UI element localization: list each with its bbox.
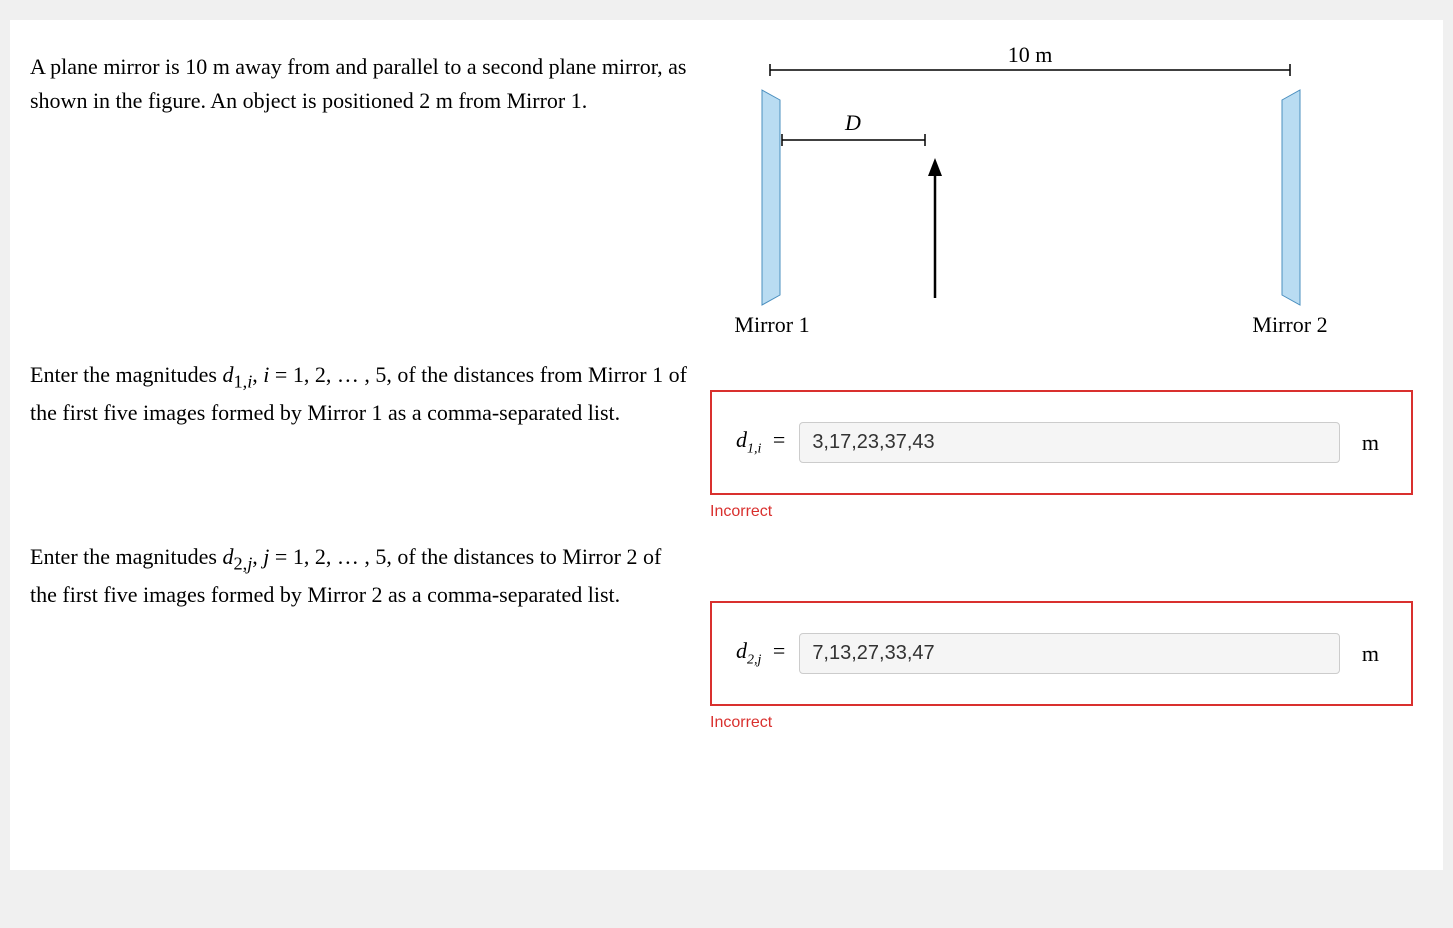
mirror-2-shape [1282,90,1300,305]
figure-svg: 10 m Mirror 1 Mirror 2 D [710,40,1330,360]
answer-2-unit: m [1354,641,1387,667]
text-column: A plane mirror is 10 m away from and par… [10,50,710,762]
question-page: A plane mirror is 10 m away from and par… [10,20,1443,870]
q2-prompt-pre: Enter the magnitudes [30,544,222,569]
answer-2-feedback: Incorrect [710,714,1413,732]
answer-2-variable: d2,j = [736,638,785,668]
question-1-prompt: Enter the magnitudes d1,i, i = 1, 2, … ,… [30,358,690,430]
answer-1-unit: m [1354,430,1387,456]
distance-10m-label: 10 m [1008,42,1053,67]
object-distance-label: D [844,110,861,135]
q1-prompt-pre: Enter the magnitudes [30,362,222,387]
answer-2-input[interactable] [799,633,1340,674]
question-2-prompt: Enter the magnitudes d2,j, j = 1, 2, … ,… [30,540,690,612]
two-column-layout: A plane mirror is 10 m away from and par… [10,50,1443,762]
answer-1-variable: d1,i = [736,427,785,457]
answer-column: 10 m Mirror 1 Mirror 2 D [710,50,1443,762]
mirror-2-label: Mirror 2 [1252,312,1327,337]
answer-box-1: d1,i = m [710,390,1413,495]
mirror-figure: 10 m Mirror 1 Mirror 2 D [710,40,1330,360]
answer-1-feedback: Incorrect [710,503,1413,521]
problem-statement: A plane mirror is 10 m away from and par… [30,50,690,118]
mirror-1-shape [762,90,780,305]
mirror-1-label: Mirror 1 [734,312,809,337]
answer-box-2: d2,j = m [710,601,1413,706]
answer-1-input[interactable] [799,422,1340,463]
object-arrow-head [928,158,942,176]
